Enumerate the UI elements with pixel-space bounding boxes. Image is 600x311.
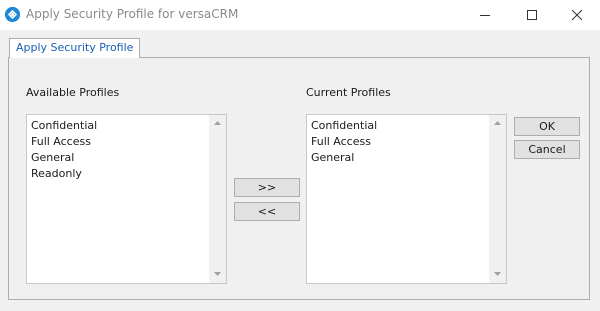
list-item[interactable]: Confidential bbox=[31, 118, 208, 134]
current-profiles-list[interactable]: Confidential Full Access General bbox=[306, 114, 507, 284]
window-title: Apply Security Profile for versaCRM bbox=[26, 7, 239, 21]
cancel-button[interactable]: Cancel bbox=[514, 140, 580, 159]
close-icon bbox=[571, 9, 583, 21]
tab-apply-security-profile[interactable]: Apply Security Profile bbox=[9, 38, 141, 58]
close-button[interactable] bbox=[554, 0, 600, 30]
list-item[interactable]: Confidential bbox=[311, 118, 488, 134]
ok-button[interactable]: OK bbox=[514, 117, 580, 136]
current-list-scrollbar[interactable] bbox=[489, 115, 506, 283]
minimize-icon bbox=[480, 15, 490, 16]
list-item[interactable]: Full Access bbox=[311, 134, 488, 150]
list-item[interactable]: Full Access bbox=[31, 134, 208, 150]
maximize-button[interactable] bbox=[509, 0, 555, 30]
available-profiles-label: Available Profiles bbox=[26, 86, 120, 99]
available-list-scrollbar[interactable] bbox=[209, 115, 226, 283]
list-item[interactable]: General bbox=[31, 150, 208, 166]
minimize-button[interactable] bbox=[462, 0, 508, 30]
scroll-down-arrow-icon bbox=[494, 272, 501, 276]
remove-profile-button[interactable]: << bbox=[234, 202, 300, 221]
current-profiles-label: Current Profiles bbox=[306, 86, 391, 99]
scroll-down-button[interactable] bbox=[489, 266, 506, 283]
versacrm-logo-icon bbox=[5, 7, 20, 22]
list-item[interactable]: General bbox=[311, 150, 488, 166]
available-profiles-list[interactable]: Confidential Full Access General Readonl… bbox=[26, 114, 227, 284]
scroll-down-arrow-icon bbox=[214, 272, 221, 276]
scroll-up-arrow-icon bbox=[494, 121, 501, 125]
dialog-window: Apply Security Profile for versaCRM Appl… bbox=[0, 0, 600, 311]
scroll-up-arrow-icon bbox=[214, 121, 221, 125]
maximize-icon bbox=[527, 10, 537, 20]
scroll-up-button[interactable] bbox=[489, 115, 506, 132]
add-profile-button[interactable]: >> bbox=[234, 178, 300, 197]
scroll-down-button[interactable] bbox=[209, 266, 226, 283]
title-bar[interactable]: Apply Security Profile for versaCRM bbox=[0, 0, 600, 30]
scroll-up-button[interactable] bbox=[209, 115, 226, 132]
list-item[interactable]: Readonly bbox=[31, 166, 208, 182]
